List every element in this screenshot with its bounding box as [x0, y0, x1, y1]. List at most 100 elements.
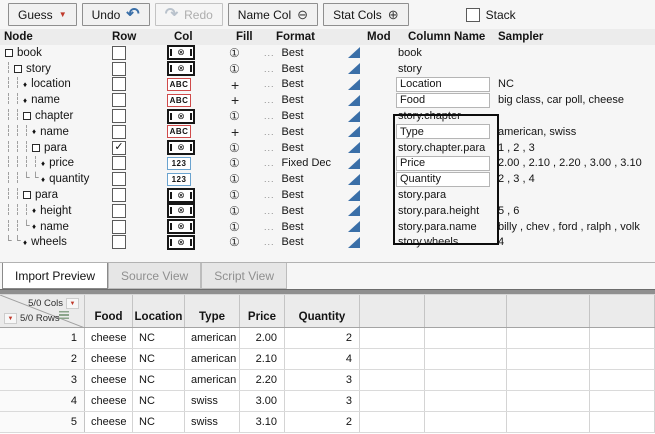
column-type-icon-none[interactable]: ⊗ [167, 45, 195, 60]
format-ellipsis-button[interactable]: ... [264, 237, 275, 247]
format-ellipsis-button[interactable]: ... [264, 95, 275, 105]
rows-menu-button[interactable]: ▼ [4, 313, 17, 324]
preview-cell[interactable]: cheese [85, 328, 133, 348]
column-name-field[interactable]: Quantity [396, 172, 490, 187]
row-checkbox[interactable] [112, 77, 126, 91]
column-type-icon-character[interactable]: ABC [167, 78, 191, 91]
format-value[interactable]: Best [282, 110, 304, 122]
column-type-icon-numeric[interactable]: 123 [167, 157, 191, 170]
mod-triangle-icon[interactable] [348, 158, 360, 169]
tab-source-view[interactable]: Source View [108, 263, 201, 289]
fill-icon-plus[interactable]: + [231, 77, 239, 93]
fill-icon-one[interactable]: ① [229, 62, 240, 76]
stat-cols-button[interactable]: Stat Cols ⊕ [323, 3, 409, 26]
preview-column-header[interactable]: Type [185, 295, 240, 327]
fill-icon-plus[interactable]: + [231, 92, 239, 108]
row-number[interactable]: 1 [0, 328, 85, 348]
branch-node-icon[interactable] [23, 112, 31, 120]
preview-cell[interactable]: NC [133, 328, 185, 348]
column-name-field[interactable]: Location [396, 77, 490, 92]
fill-icon-plus[interactable]: + [231, 124, 239, 140]
row-checkbox[interactable] [112, 156, 126, 170]
preview-cell[interactable]: 2.00 [240, 328, 285, 348]
preview-cell[interactable]: american [185, 349, 240, 369]
branch-node-icon[interactable] [5, 49, 13, 57]
row-checkbox[interactable] [112, 62, 126, 76]
mod-triangle-icon[interactable] [348, 63, 360, 74]
preview-cell[interactable]: cheese [85, 349, 133, 369]
branch-node-icon[interactable] [23, 191, 31, 199]
format-ellipsis-button[interactable]: ... [264, 48, 275, 58]
redo-button[interactable]: ↷ Redo [155, 3, 223, 26]
mod-triangle-icon[interactable] [348, 111, 360, 122]
preview-column-header[interactable]: Quantity [285, 295, 360, 327]
column-name-field[interactable]: Type [396, 124, 490, 139]
row-checkbox[interactable] [112, 204, 126, 218]
row-checkbox[interactable] [112, 125, 126, 139]
preview-cell[interactable]: cheese [85, 412, 133, 432]
column-type-icon-character[interactable]: ABC [167, 94, 191, 107]
name-col-button[interactable]: Name Col ⊖ [228, 3, 318, 26]
format-value[interactable]: Best [282, 189, 304, 201]
preview-cell[interactable]: cheese [85, 391, 133, 411]
format-ellipsis-button[interactable]: ... [264, 127, 275, 137]
format-ellipsis-button[interactable]: ... [264, 222, 275, 232]
mod-triangle-icon[interactable] [348, 47, 360, 58]
guess-button[interactable]: Guess ▼ [8, 3, 77, 26]
row-checkbox[interactable] [112, 93, 126, 107]
fill-icon-one[interactable]: ① [229, 109, 240, 123]
mod-triangle-icon[interactable] [348, 95, 360, 106]
column-type-icon-character[interactable]: ABC [167, 125, 191, 138]
fill-icon-one[interactable]: ① [229, 141, 240, 155]
format-ellipsis-button[interactable]: ... [264, 64, 275, 74]
column-type-icon-none[interactable]: ⊗ [167, 109, 195, 124]
preview-cell[interactable]: 3.00 [240, 391, 285, 411]
column-type-icon-none[interactable]: ⊗ [167, 219, 195, 234]
format-value[interactable]: Best [282, 126, 304, 138]
mod-triangle-icon[interactable] [348, 237, 360, 248]
preview-cell[interactable]: NC [133, 391, 185, 411]
column-type-icon-none[interactable]: ⊗ [167, 235, 195, 250]
mod-triangle-icon[interactable] [348, 126, 360, 137]
preview-cell[interactable]: swiss [185, 412, 240, 432]
preview-cell[interactable]: NC [133, 370, 185, 390]
column-type-icon-none[interactable]: ⊗ [167, 140, 195, 155]
row-number[interactable]: 2 [0, 349, 85, 369]
format-ellipsis-button[interactable]: ... [264, 174, 275, 184]
format-value[interactable]: Fixed Dec [282, 157, 332, 169]
row-checkbox[interactable] [112, 46, 126, 60]
format-value[interactable]: Best [282, 236, 304, 248]
preview-cell[interactable]: 2 [285, 328, 360, 348]
row-checkbox[interactable]: ✓ [112, 141, 126, 155]
row-checkbox[interactable] [112, 235, 126, 249]
preview-cell[interactable]: 2.20 [240, 370, 285, 390]
mod-triangle-icon[interactable] [348, 174, 360, 185]
mod-triangle-icon[interactable] [348, 205, 360, 216]
format-ellipsis-button[interactable]: ... [264, 190, 275, 200]
preview-cell[interactable]: american [185, 328, 240, 348]
format-ellipsis-button[interactable]: ... [264, 158, 275, 168]
tab-script-view[interactable]: Script View [201, 263, 287, 289]
preview-cell[interactable]: 3.10 [240, 412, 285, 432]
branch-node-icon[interactable] [32, 144, 40, 152]
mod-triangle-icon[interactable] [348, 142, 360, 153]
row-number[interactable]: 5 [0, 412, 85, 432]
format-value[interactable]: Best [282, 63, 304, 75]
preview-cell[interactable]: NC [133, 349, 185, 369]
preview-column-header[interactable]: Price [240, 295, 285, 327]
preview-cell[interactable]: swiss [185, 391, 240, 411]
preview-cell[interactable]: 4 [285, 349, 360, 369]
preview-cell[interactable]: 2 [285, 412, 360, 432]
format-value[interactable]: Best [282, 47, 304, 59]
row-checkbox[interactable] [112, 188, 126, 202]
row-checkbox[interactable] [112, 172, 126, 186]
columns-menu-button[interactable]: ▼ [66, 298, 79, 309]
format-value[interactable]: Best [282, 78, 304, 90]
undo-button[interactable]: Undo ↶ [82, 3, 150, 26]
column-name-field[interactable]: Food [396, 93, 490, 108]
format-ellipsis-button[interactable]: ... [264, 206, 275, 216]
format-value[interactable]: Best [282, 94, 304, 106]
column-type-icon-none[interactable]: ⊗ [167, 203, 195, 218]
row-number[interactable]: 4 [0, 391, 85, 411]
fill-icon-one[interactable]: ① [229, 172, 240, 186]
